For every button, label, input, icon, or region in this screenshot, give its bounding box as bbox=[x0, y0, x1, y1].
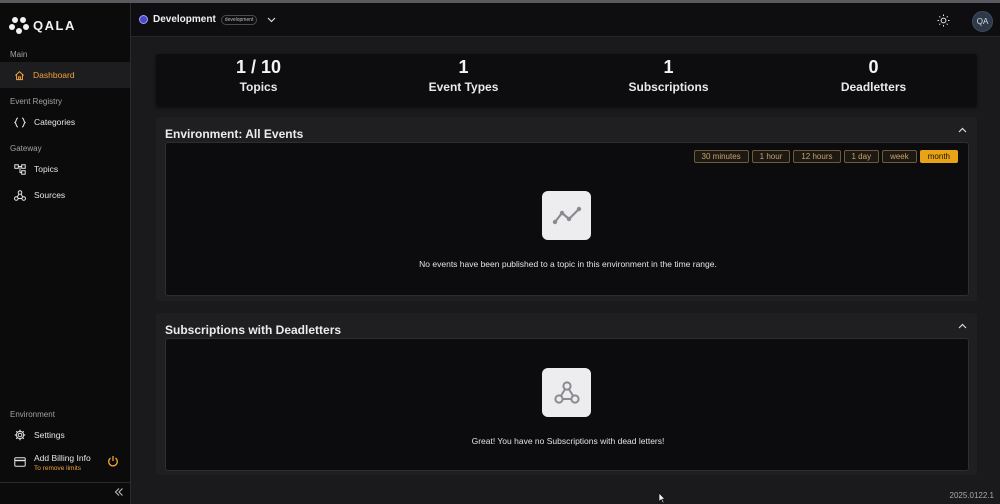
sidebar-item-settings[interactable]: Settings bbox=[0, 422, 130, 448]
time-range-selector: 30 minutes 1 hour 12 hours 1 day week mo… bbox=[693, 150, 958, 163]
chevron-up-icon[interactable] bbox=[958, 323, 967, 329]
line-chart-icon bbox=[552, 206, 581, 224]
braces-icon bbox=[14, 116, 26, 128]
empty-events-icon-box bbox=[542, 191, 591, 240]
sidebar-item-topics[interactable]: Topics bbox=[0, 156, 130, 182]
section-label-environment: Environment bbox=[10, 410, 55, 419]
logo-text: QALA bbox=[33, 17, 76, 33]
environment-name: Development bbox=[153, 14, 216, 25]
gear-icon bbox=[14, 429, 26, 441]
stat-label: Deadletters bbox=[840, 80, 907, 94]
environment-dot-icon bbox=[139, 15, 148, 24]
range-week-button[interactable]: week bbox=[882, 150, 917, 163]
topics-icon bbox=[14, 163, 26, 175]
sidebar-item-label: Sources bbox=[34, 190, 66, 200]
events-empty-message: No events have been published to a topic… bbox=[419, 259, 717, 269]
sources-icon bbox=[14, 189, 26, 201]
stat-label: Event Types bbox=[428, 80, 499, 94]
webhook-icon bbox=[553, 380, 580, 404]
credit-card-icon bbox=[14, 457, 26, 467]
chevron-up-icon[interactable] bbox=[958, 127, 967, 133]
power-icon[interactable] bbox=[107, 455, 119, 467]
stat-topics[interactable]: 1 / 10 Topics bbox=[156, 54, 361, 107]
stat-event-types[interactable]: 1 Event Types bbox=[361, 54, 566, 107]
empty-deadletters-icon-box bbox=[542, 368, 591, 417]
stats-bar: 1 / 10 Topics 1 Event Types 1 Subscripti… bbox=[156, 54, 977, 107]
range-12-hours-button[interactable]: 12 hours bbox=[793, 150, 841, 163]
sidebar-item-sources[interactable]: Sources bbox=[0, 182, 130, 208]
stat-label: Topics bbox=[239, 80, 278, 94]
sun-icon[interactable] bbox=[937, 14, 950, 27]
sidebar-item-categories[interactable]: Categories bbox=[0, 109, 130, 135]
sidebar-item-dashboard[interactable]: Dashboard bbox=[0, 62, 130, 88]
sidebar-item-label: Categories bbox=[34, 117, 76, 127]
section-label-main: Main bbox=[10, 50, 28, 59]
section-label-event-registry: Event Registry bbox=[10, 97, 63, 106]
main-content: 1 / 10 Topics 1 Event Types 1 Subscripti… bbox=[131, 37, 1000, 504]
billing-label: Add Billing Info bbox=[34, 452, 91, 463]
range-1-hour-button[interactable]: 1 hour bbox=[751, 150, 791, 163]
environment-badge: development bbox=[220, 14, 258, 25]
app-logo[interactable]: QALA bbox=[9, 16, 76, 34]
billing-text: Add Billing Info To remove limits bbox=[34, 453, 91, 472]
mouse-cursor-icon bbox=[658, 492, 666, 504]
billing-sublabel: To remove limits bbox=[34, 464, 81, 472]
stat-value: 1 bbox=[458, 57, 469, 77]
app-version: 2025.0122.1 bbox=[949, 491, 995, 500]
stat-subscriptions[interactable]: 1 Subscriptions bbox=[566, 54, 771, 107]
stat-value: 1 / 10 bbox=[235, 57, 282, 77]
deadletters-panel-title: Subscriptions with Deadletters bbox=[165, 323, 342, 337]
events-panel-title: Environment: All Events bbox=[165, 127, 304, 141]
qala-logo-icon bbox=[9, 17, 29, 34]
stat-value: 1 bbox=[663, 57, 674, 77]
sidebar-item-label: Settings bbox=[34, 430, 65, 440]
chevron-down-icon bbox=[268, 17, 276, 22]
range-30-minutes-button[interactable]: 30 minutes bbox=[693, 150, 749, 163]
sidebar-item-label: Dashboard bbox=[33, 70, 75, 80]
events-chart-area: 30 minutes 1 hour 12 hours 1 day week mo… bbox=[165, 142, 969, 296]
top-header: Development development QA bbox=[131, 3, 1000, 37]
deadletters-panel: Subscriptions with Deadletters Great! Yo… bbox=[156, 313, 977, 475]
environment-selector[interactable]: Development development bbox=[139, 14, 276, 25]
events-panel: Environment: All Events 30 minutes 1 hou… bbox=[156, 117, 977, 301]
collapse-sidebar-button[interactable] bbox=[114, 487, 124, 500]
home-icon bbox=[15, 70, 24, 80]
sidebar: QALA Main Dashboard Event Registry Categ… bbox=[0, 3, 131, 504]
sidebar-item-label: Topics bbox=[34, 164, 59, 174]
sidebar-footer bbox=[0, 482, 130, 504]
range-month-button[interactable]: month bbox=[919, 150, 958, 163]
section-label-gateway: Gateway bbox=[10, 144, 42, 153]
user-avatar[interactable]: QA bbox=[972, 11, 993, 32]
stat-deadletters[interactable]: 0 Deadletters bbox=[771, 54, 976, 107]
deadletters-empty-message: Great! You have no Subscriptions with de… bbox=[471, 436, 665, 446]
double-chevron-left-icon bbox=[114, 488, 123, 496]
stat-label: Subscriptions bbox=[628, 80, 709, 94]
deadletters-area: Great! You have no Subscriptions with de… bbox=[165, 338, 969, 471]
stat-value: 0 bbox=[868, 57, 879, 77]
range-1-day-button[interactable]: 1 day bbox=[843, 150, 880, 163]
